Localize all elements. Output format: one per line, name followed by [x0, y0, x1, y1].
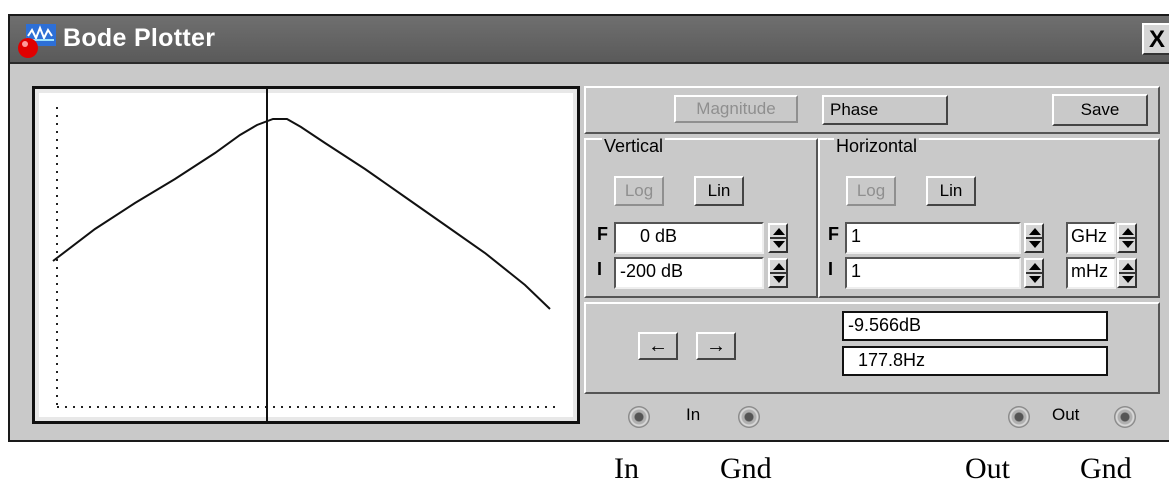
horizontal-final-spinner[interactable] — [1024, 223, 1044, 253]
vertical-initial-letter: I — [597, 259, 603, 279]
cursor-right-button[interactable]: → — [696, 332, 736, 360]
response-curve — [52, 118, 551, 310]
horizontal-initial-unit[interactable]: mHz — [1066, 257, 1116, 289]
cursor-left-button[interactable]: ← — [638, 332, 678, 360]
caption-gnd-in: Gnd — [720, 452, 772, 485]
horizontal-initial-letter: I — [828, 259, 834, 279]
title-bar[interactable]: Bode Plotter X — [10, 16, 1169, 64]
caption-gnd-out: Gnd — [1080, 452, 1132, 485]
horizontal-lin-button[interactable]: Lin — [926, 176, 976, 206]
bode-plotter-app-icon — [18, 24, 56, 58]
horizontal-final-unit-spinner[interactable] — [1117, 223, 1137, 253]
close-button[interactable]: X — [1142, 23, 1169, 55]
caption-out: Out — [965, 452, 1010, 485]
window-title: Bode Plotter — [63, 24, 216, 52]
readout-value: -9.566dB — [842, 311, 1108, 341]
vertical-title: Vertical — [602, 136, 666, 157]
vertical-initial-field[interactable]: -200 dB — [614, 257, 764, 289]
vertical-final-field[interactable]: 0 dB — [614, 222, 764, 254]
horizontal-log-button[interactable]: Log — [846, 176, 896, 206]
vertical-log-button[interactable]: Log — [614, 176, 664, 206]
magnitude-button[interactable]: Magnitude — [674, 95, 798, 123]
phase-button[interactable]: Phase — [822, 95, 948, 125]
horizontal-initial-spinner[interactable] — [1024, 258, 1044, 288]
in-ground-terminal[interactable] — [738, 406, 760, 428]
horizontal-title: Horizontal — [834, 136, 920, 157]
vertical-lin-button[interactable]: Lin — [694, 176, 744, 206]
horizontal-final-unit[interactable]: GHz — [1066, 222, 1116, 254]
vertical-final-spinner[interactable] — [768, 223, 788, 253]
out-positive-terminal[interactable] — [1008, 406, 1030, 428]
in-positive-terminal[interactable] — [628, 406, 650, 428]
save-button[interactable]: Save — [1052, 94, 1148, 126]
bode-plotter-window: Bode Plotter X Magnitude Phase Save Vert… — [8, 14, 1169, 442]
horizontal-initial-unit-spinner[interactable] — [1117, 258, 1137, 288]
control-panel: Magnitude Phase Save Vertical Log Lin F … — [584, 86, 1169, 436]
horizontal-initial-field[interactable]: 1 — [845, 257, 1021, 289]
out-terminal-label: Out — [1052, 405, 1080, 424]
readout-frequency: 177.8Hz — [842, 346, 1108, 376]
right-arrow-icon: → — [706, 334, 726, 357]
vertical-initial-spinner[interactable] — [768, 258, 788, 288]
vertical-final-letter: F — [597, 224, 608, 244]
caption-in: In — [614, 452, 639, 485]
horizontal-final-field[interactable]: 1 — [845, 222, 1021, 254]
in-terminal-label: In — [686, 405, 701, 424]
horizontal-final-letter: F — [828, 224, 839, 244]
bode-graph — [32, 86, 580, 424]
graph-svg — [52, 89, 555, 421]
left-arrow-icon: ← — [648, 334, 668, 357]
out-ground-terminal[interactable] — [1114, 406, 1136, 428]
